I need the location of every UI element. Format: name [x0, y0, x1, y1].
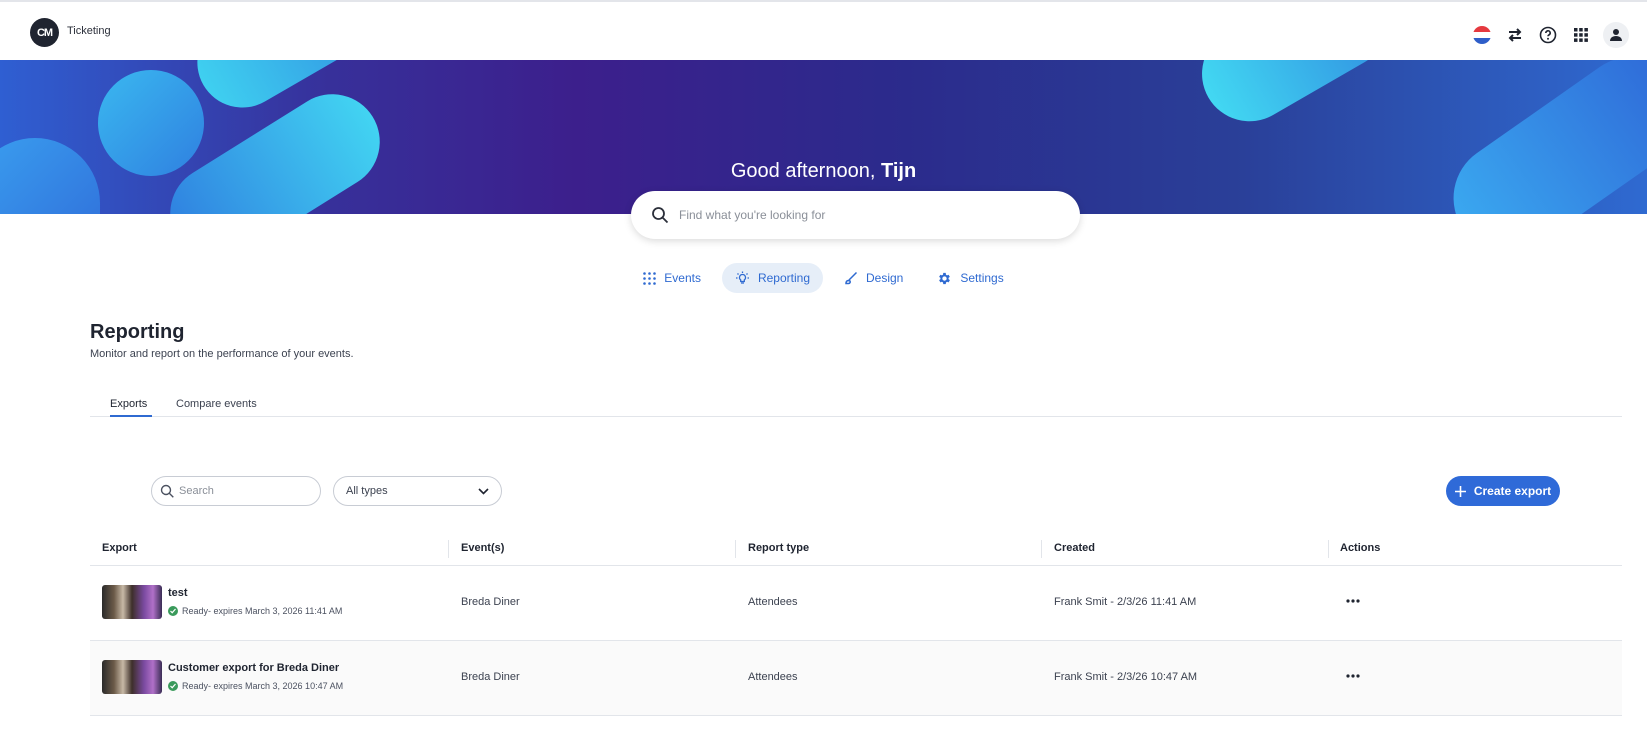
page-subtitle: Monitor and report on the performance of…: [90, 348, 354, 360]
export-search[interactable]: [151, 476, 321, 506]
export-created: Frank Smit - 2/3/26 11:41 AM: [1054, 596, 1197, 608]
gear-icon: [939, 272, 951, 284]
chevron-down-icon: [478, 487, 489, 495]
greeting: Good afternoon, Tijn: [730, 160, 917, 182]
export-report-type: Attendees: [748, 596, 798, 608]
search-icon: [160, 484, 174, 498]
type-filter-value: All types: [346, 485, 388, 497]
lightbulb-icon: [735, 271, 749, 284]
help-icon[interactable]: [1537, 24, 1559, 46]
more-actions-button[interactable]: [1343, 667, 1363, 685]
cm-logo[interactable]: CM: [30, 18, 59, 47]
header-created[interactable]: Created: [1054, 542, 1095, 554]
nav-reporting-label: Reporting: [757, 271, 810, 285]
grid-icon: [643, 271, 657, 285]
header-events[interactable]: Event(s): [461, 542, 504, 554]
search-icon: [652, 207, 669, 224]
global-search[interactable]: [631, 191, 1080, 239]
table-row[interactable]: test Ready- expires March 3, 2026 11:41 …: [90, 566, 1622, 641]
column-divider: [735, 540, 736, 558]
export-thumbnail: [102, 660, 162, 694]
export-report-type: Attendees: [748, 671, 798, 683]
more-horizontal-icon: [1346, 674, 1360, 678]
top-bar: CM Ticketing: [0, 0, 1647, 60]
hero-shape: [1184, 60, 1406, 139]
table-row[interactable]: Customer export for Breda Diner Ready- e…: [90, 641, 1622, 716]
reporting-tabs: Exports Compare events: [90, 395, 1622, 417]
check-circle-icon: [168, 606, 178, 616]
export-event: Breda Diner: [461, 596, 520, 608]
export-status: Ready- expires March 3, 2026 10:47 AM: [168, 681, 343, 691]
user-name: Tijn: [880, 160, 917, 182]
tab-compare-events[interactable]: Compare events: [176, 398, 257, 410]
nav-design[interactable]: Design: [831, 263, 916, 293]
active-tab-indicator: [110, 415, 152, 417]
column-divider: [1041, 540, 1042, 558]
hero-shape: [1431, 60, 1647, 214]
flag-icon[interactable]: [1471, 24, 1493, 46]
export-event: Breda Diner: [461, 671, 520, 683]
header-report-type[interactable]: Report type: [748, 542, 809, 554]
export-status: Ready- expires March 3, 2026 11:41 AM: [168, 606, 342, 616]
export-search-input[interactable]: [179, 485, 299, 497]
exports-table: Export Event(s) Report type Created Acti…: [90, 536, 1622, 716]
app-name: Ticketing: [67, 25, 111, 37]
export-created: Frank Smit - 2/3/26 10:47 AM: [1054, 671, 1198, 683]
apps-grid-icon[interactable]: [1570, 24, 1592, 46]
top-bar-icons: [1471, 22, 1629, 48]
tab-exports[interactable]: Exports: [110, 398, 147, 410]
plus-icon: [1454, 485, 1466, 497]
page-title: Reporting: [90, 321, 185, 343]
export-status-text: Ready- expires March 3, 2026 10:47 AM: [182, 681, 344, 691]
create-export-label: Create export: [1473, 484, 1552, 498]
nav-events[interactable]: Events: [630, 263, 714, 293]
nav-settings[interactable]: Settings: [924, 263, 1016, 293]
header-actions: Actions: [1340, 542, 1381, 554]
export-thumbnail: [102, 585, 162, 619]
column-divider: [1328, 540, 1329, 558]
type-filter-select[interactable]: All types: [333, 476, 502, 506]
export-name: test: [168, 587, 188, 599]
nav-design-label: Design: [866, 271, 904, 285]
brush-icon: [845, 271, 858, 285]
more-actions-button[interactable]: [1343, 592, 1363, 610]
nav-settings-label: Settings: [960, 271, 1004, 285]
column-divider: [448, 540, 449, 558]
global-search-input[interactable]: [679, 208, 1039, 222]
main-nav: Events Reporting Design Settings: [0, 263, 1647, 293]
check-circle-icon: [168, 681, 178, 691]
table-header: Export Event(s) Report type Created Acti…: [90, 536, 1622, 566]
user-icon[interactable]: [1603, 22, 1629, 48]
header-export[interactable]: Export: [102, 542, 137, 554]
create-export-button[interactable]: Create export: [1446, 476, 1560, 506]
nav-events-label: Events: [664, 271, 701, 285]
more-horizontal-icon: [1346, 599, 1360, 603]
export-name: Customer export for Breda Diner: [168, 662, 340, 674]
export-status-text: Ready- expires March 3, 2026 11:41 AM: [182, 606, 343, 616]
switch-icon[interactable]: [1504, 24, 1526, 46]
nav-reporting[interactable]: Reporting: [721, 263, 823, 293]
